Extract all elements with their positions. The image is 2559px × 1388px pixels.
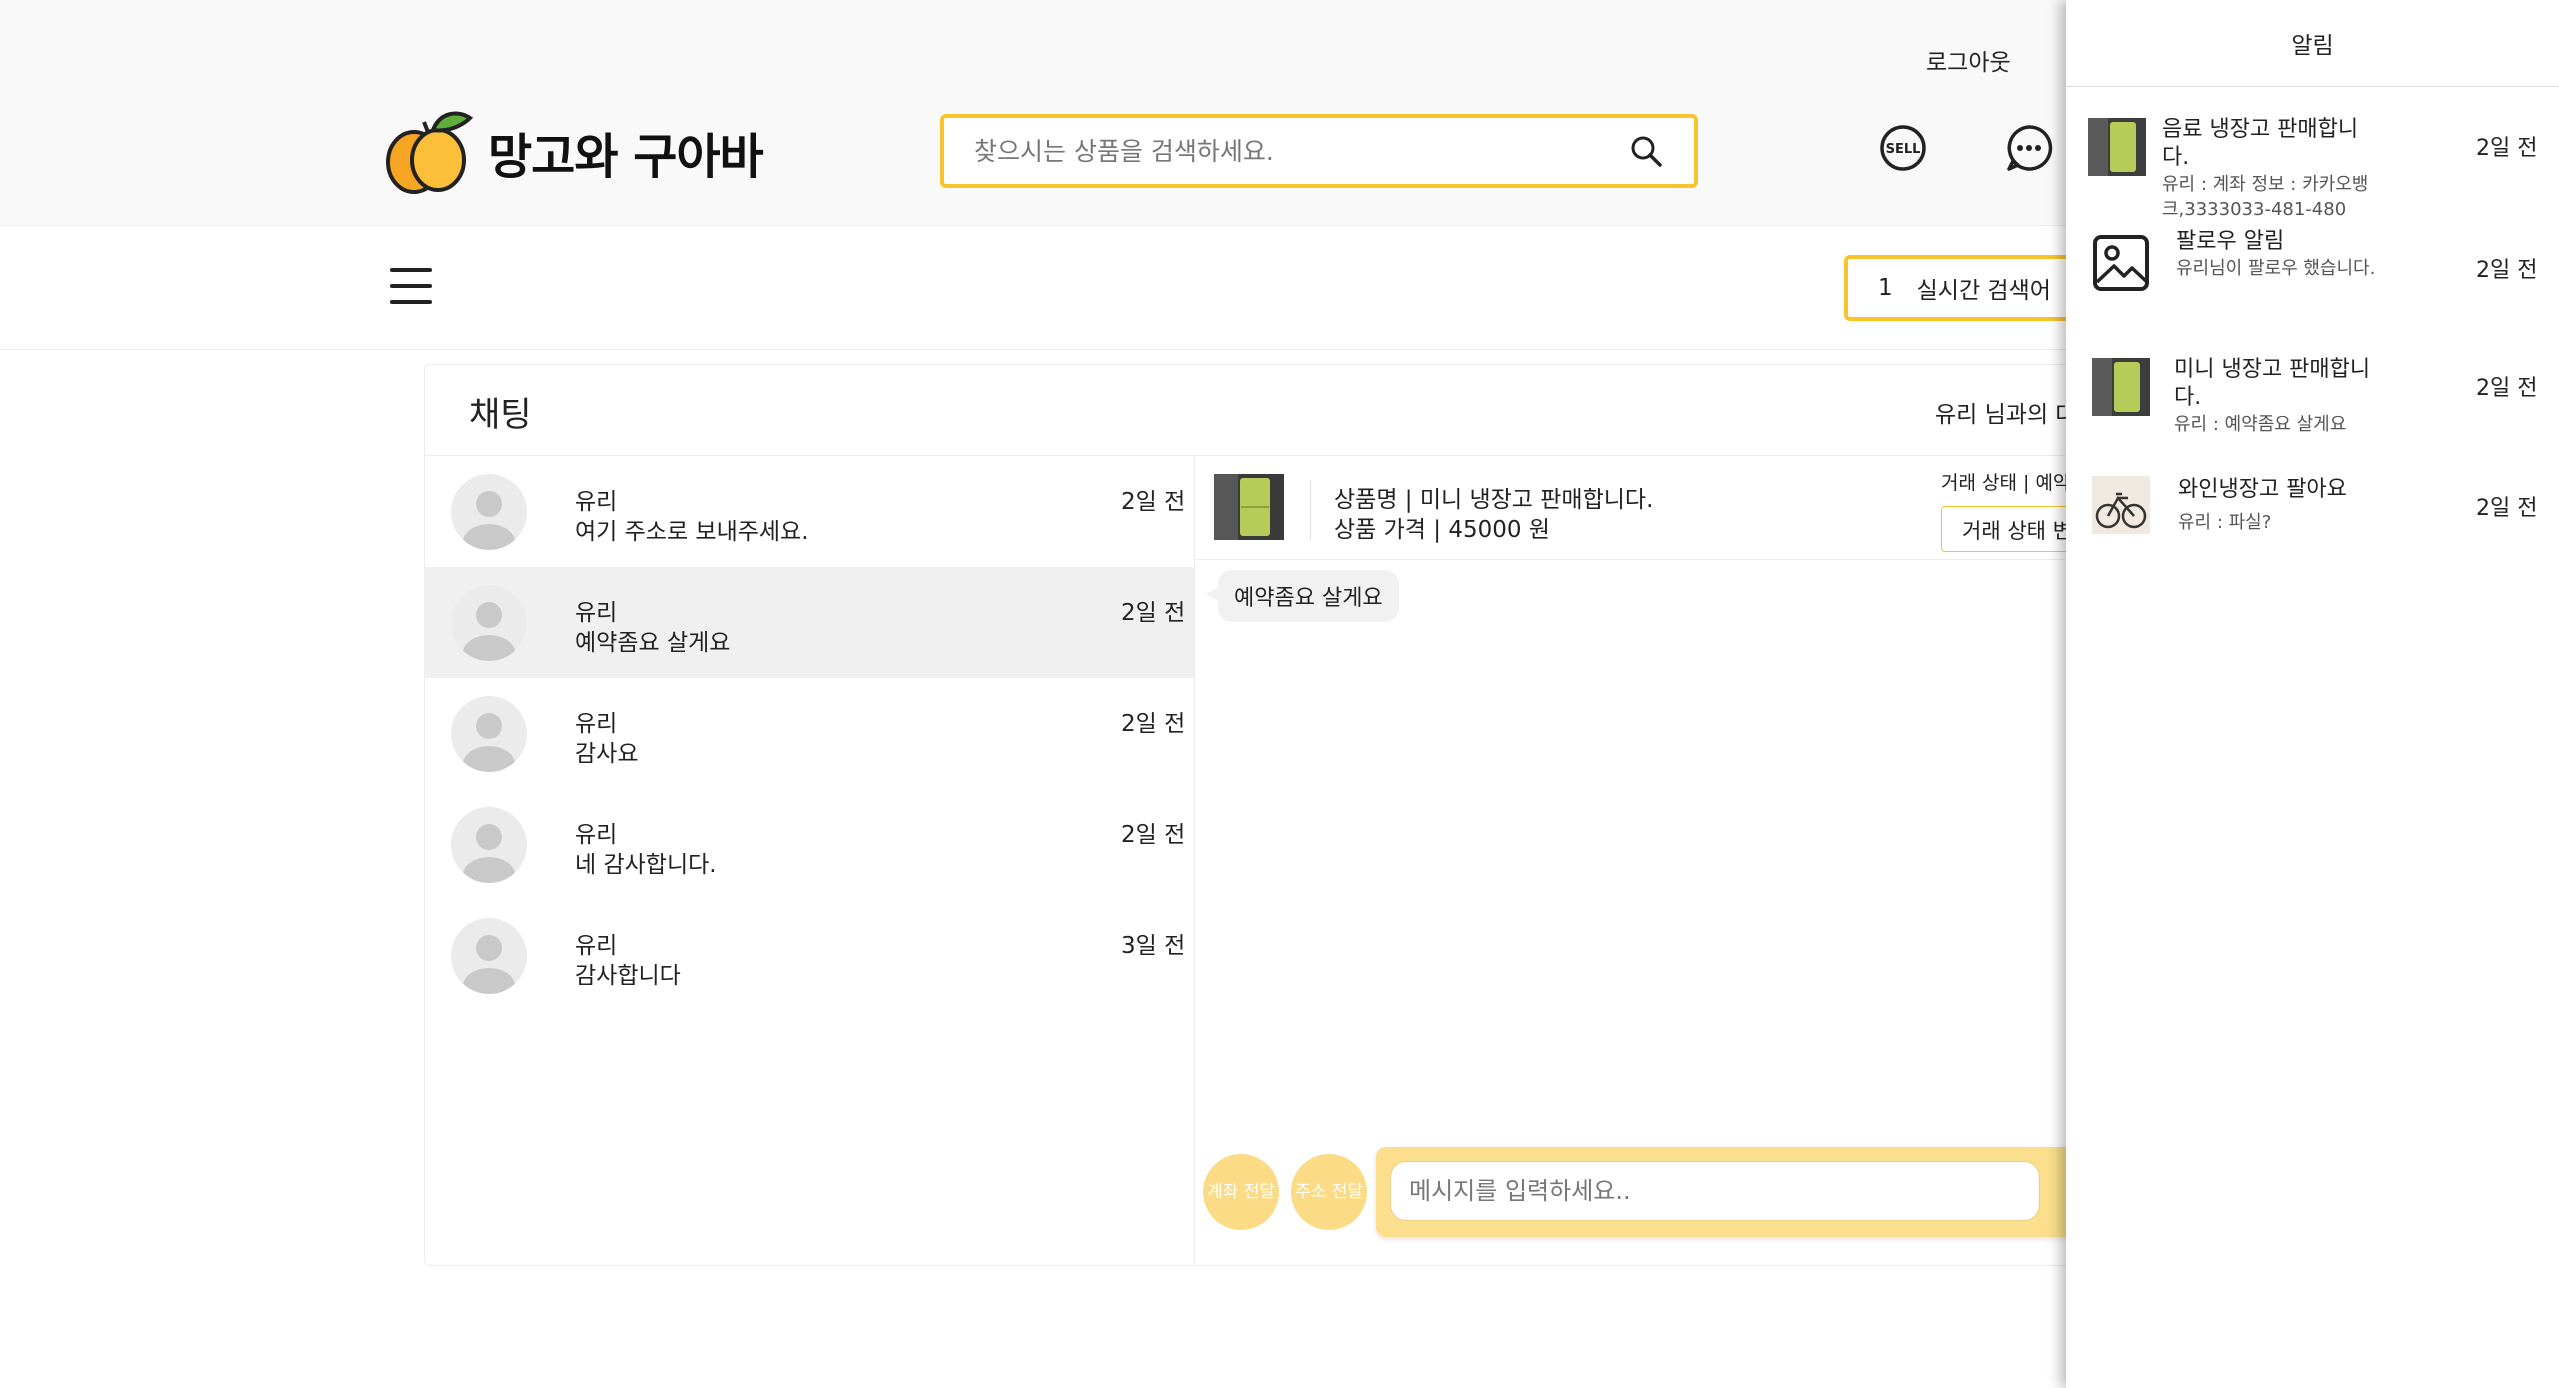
room-time: 2일 전 (1121, 600, 1186, 626)
room-last-message: 감사합니다 (575, 963, 681, 989)
notification-item-body: 유리 : 파실? (2178, 512, 2272, 533)
room-name: 유리 (575, 489, 618, 515)
notification-title: 알림 (2291, 33, 2334, 59)
message-input-area (1376, 1147, 2103, 1237)
notification-item-title: 음료 냉장고 판매합니다. (2162, 117, 2359, 170)
chat-room-list: 유리 여기 주소로 보내주세요. 2일 전 유리 예약좀요 살게요 2일 전 유… (425, 456, 1195, 1265)
product-thumbnail[interactable] (1214, 474, 1284, 540)
logo[interactable]: 망고와 구아바 (378, 102, 778, 202)
chat-bubble-icon[interactable] (2004, 123, 2054, 173)
chat-partner-label: 유리 님과의 대 (1935, 402, 2077, 428)
avatar (451, 696, 527, 772)
product-info-bar: 상품명 | 미니 냉장고 판매합니다. 상품 가격 | 45000 원 거래 상… (1196, 456, 2103, 560)
room-name: 유리 (575, 600, 618, 626)
realtime-rank: 1 (1878, 275, 1893, 301)
avatar (451, 585, 527, 661)
notification-item-body: 유리 : 예약좀요 살게요 (2174, 414, 2347, 435)
room-time: 2일 전 (1121, 822, 1186, 848)
notification-item-time: 2일 전 (2476, 376, 2538, 401)
notification-panel: 알림 음료 냉장고 판매합니다. 유리 : 계좌 정보 : 카카오뱅크,3333… (2066, 0, 2559, 1388)
realtime-label: 실시간 검색어 (1916, 278, 2051, 304)
sell-icon[interactable]: SELL (1878, 123, 1928, 173)
logo-text: 망고와 구아바 (488, 129, 764, 185)
divider (2066, 86, 2559, 87)
room-name: 유리 (575, 933, 618, 959)
fridge-thumbnail (2092, 358, 2150, 416)
notification-item-time: 2일 전 (2476, 496, 2538, 521)
avatar (451, 807, 527, 883)
search-icon[interactable] (1628, 133, 1664, 169)
room-name: 유리 (575, 822, 618, 848)
mango-logo-icon (386, 111, 474, 194)
product-price: 상품 가격 | 45000 원 (1334, 517, 1550, 543)
avatar (451, 918, 527, 994)
room-last-message: 여기 주소로 보내주세요. (575, 519, 809, 545)
chat-container: 채팅 유리 님과의 대 유리 여기 주소로 보내주세요. 2일 전 유리 예약좀… (424, 364, 2104, 1266)
logout-link[interactable]: 로그아웃 (1926, 43, 2011, 77)
notification-item-time: 2일 전 (2476, 136, 2538, 161)
room-last-message: 네 감사합니다. (575, 852, 717, 878)
notification-item-body: 유리님이 팔로우 했습니다. (2176, 258, 2376, 279)
image-placeholder-icon (2093, 235, 2149, 291)
search-bar[interactable] (940, 114, 1698, 188)
chat-title: 채팅 (469, 395, 532, 435)
notification-item-title: 와인냉장고 팔아요 (2178, 477, 2347, 502)
fridge-thumbnail (2088, 118, 2146, 176)
message-bubble: 예약좀요 살게요 (1206, 570, 1399, 622)
notification-item-body: 유리 : 계좌 정보 : 카카오뱅크,3333033-481-480 (2162, 174, 2369, 220)
chat-conversation-pane: 상품명 | 미니 냉장고 판매합니다. 상품 가격 | 45000 원 거래 상… (1196, 456, 2103, 1265)
room-last-message: 예약좀요 살게요 (575, 630, 731, 656)
chat-room-item[interactable]: 유리 감사합니다 3일 전 (425, 900, 1194, 1011)
sell-icon-text: SELL (1886, 142, 1921, 157)
room-time: 2일 전 (1121, 489, 1186, 515)
chat-room-item[interactable]: 유리 네 감사합니다. 2일 전 (425, 789, 1194, 900)
page: 로그아웃 망고와 구아바 SELL (0, 0, 2559, 1388)
chat-room-item[interactable]: 유리 감사요 2일 전 (425, 678, 1194, 789)
send-address-button[interactable]: 주소 전달 (1291, 1154, 1367, 1230)
trade-status-label: 거래 상태 | 예약 (1941, 472, 2071, 494)
bicycle-thumbnail (2092, 476, 2150, 534)
avatar (451, 474, 527, 550)
hamburger-menu-icon[interactable] (390, 268, 432, 304)
search-input[interactable] (974, 136, 1628, 166)
send-account-button[interactable]: 계좌 전달 (1203, 1154, 1279, 1230)
chat-room-item[interactable]: 유리 여기 주소로 보내주세요. 2일 전 (425, 456, 1194, 567)
room-time: 2일 전 (1121, 711, 1186, 737)
notification-item-title: 미니 냉장고 판매합니다. (2174, 357, 2371, 410)
room-time: 3일 전 (1121, 933, 1186, 959)
chat-room-item[interactable]: 유리 예약좀요 살게요 2일 전 (425, 567, 1194, 678)
product-name: 상품명 | 미니 냉장고 판매합니다. (1334, 487, 1654, 513)
notification-item-time: 2일 전 (2476, 258, 2538, 283)
room-name: 유리 (575, 711, 618, 737)
message-input[interactable] (1390, 1161, 2040, 1221)
divider (1310, 480, 1311, 540)
room-last-message: 감사요 (575, 741, 639, 767)
notification-item-title: 팔로우 알림 (2176, 229, 2285, 254)
